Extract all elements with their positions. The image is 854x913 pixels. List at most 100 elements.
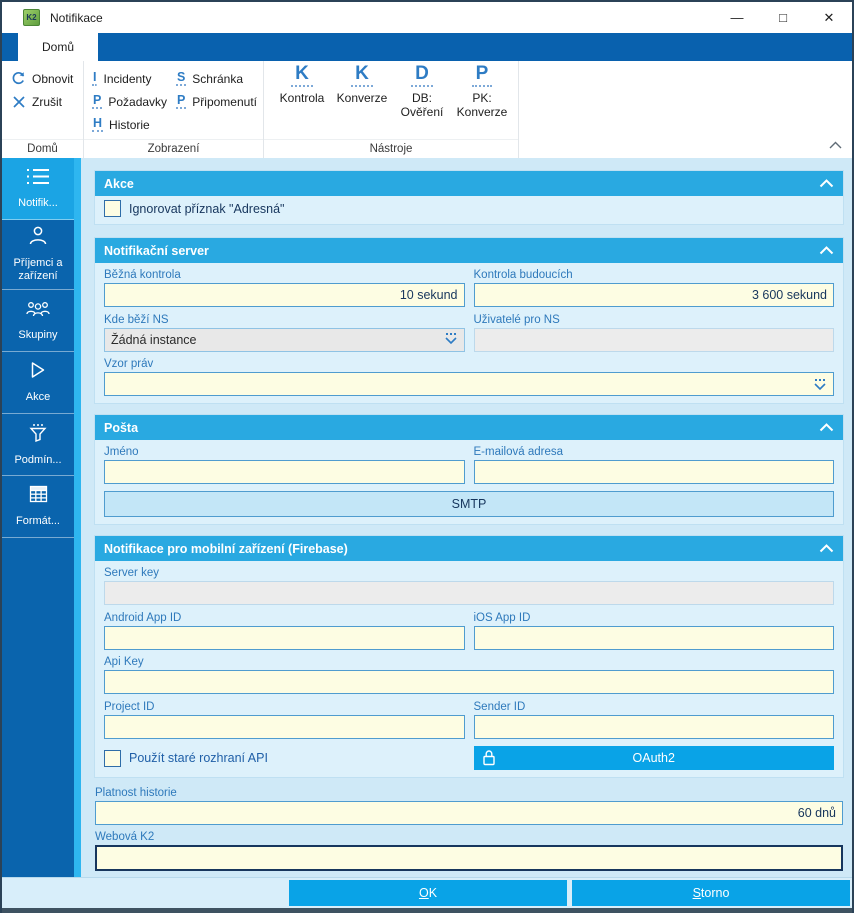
play-icon [30, 361, 46, 384]
ios-app-id-input[interactable] [473, 626, 834, 650]
db-overeni-label: DB: [411, 91, 432, 105]
project-id-label: Project ID [104, 701, 155, 713]
combo-dropdown-icon[interactable] [813, 378, 827, 396]
pozadavky-button[interactable]: P Požadavky [92, 90, 176, 113]
webova-k2-input[interactable] [95, 845, 843, 871]
kontrola-label: Kontrola [279, 91, 325, 105]
platnost-historie-input[interactable] [95, 801, 843, 825]
app-icon: K2 [23, 9, 40, 26]
ribbon-group-label-nastroje: Nástroje [264, 139, 518, 158]
ribbon-group-label-zobrazeni: Zobrazení [84, 139, 263, 158]
platnost-historie-label: Platnost historie [95, 787, 177, 799]
maximize-button[interactable]: □ [760, 2, 806, 33]
sidebar-item-label: Formát... [15, 515, 60, 527]
chevron-up-icon[interactable] [819, 175, 834, 193]
sidebar-item-notifikace[interactable]: Notifik... [2, 158, 74, 220]
ribbon-collapse-button[interactable] [829, 136, 842, 154]
bullet-list-icon [26, 168, 50, 190]
pripomenuti-button[interactable]: P Připomenutí [175, 90, 257, 113]
section-title: Notifikace pro mobilní zařízení (Firebas… [104, 541, 348, 556]
close-button[interactable]: ✕ [806, 2, 852, 33]
chevron-up-icon[interactable] [819, 540, 834, 558]
chevron-up-icon[interactable] [819, 419, 834, 437]
oauth2-label: OAuth2 [632, 751, 675, 765]
cancel-x-icon [10, 95, 27, 108]
jmeno-input[interactable] [104, 460, 465, 484]
api-key-input[interactable] [104, 670, 834, 694]
android-app-id-input[interactable] [104, 626, 465, 650]
incidenty-label: Incidenty [103, 71, 152, 86]
kontrola-tool-button[interactable]: K Kontrola [272, 63, 332, 139]
old-api-checkbox[interactable] [104, 749, 121, 767]
obnovit-label: Obnovit [32, 71, 74, 86]
uzivatele-pro-ns-input [473, 328, 834, 352]
pripomenuti-label: Připomenutí [192, 94, 257, 109]
webova-k2-label: Webová K2 [95, 831, 155, 843]
server-key-label: Server key [104, 567, 159, 579]
incidenty-glyph-icon: I [92, 71, 98, 87]
smtp-button[interactable]: SMTP [104, 491, 834, 517]
notifikace-window: K2 Notifikace — □ ✕ Domů Obnovit Zrušit … [0, 0, 854, 913]
ribbon-tab-band: Domů [2, 33, 852, 61]
section-akce-header[interactable]: Akce [95, 171, 843, 196]
konverze-glyph-icon: K [351, 63, 373, 87]
konverze-tool-button[interactable]: K Konverze [332, 63, 392, 139]
chevron-up-icon[interactable] [819, 242, 834, 260]
window-bottom-edge [2, 908, 852, 913]
incidenty-button[interactable]: I Incidenty [92, 67, 176, 90]
oauth2-button[interactable]: OAuth2 [473, 746, 834, 770]
obnovit-button[interactable]: Obnovit [10, 67, 77, 90]
tab-domu[interactable]: Domů [18, 33, 98, 61]
email-label: E-mailová adresa [473, 446, 563, 458]
zrusit-button[interactable]: Zrušit [10, 90, 77, 113]
combo-dropdown-icon[interactable] [444, 332, 458, 348]
dialog-footer: OK Storno [2, 877, 852, 908]
pk-konverze-label: PK: [472, 91, 492, 105]
section-title: Notifikační server [104, 243, 209, 258]
historie-glyph-icon: H [92, 117, 104, 133]
email-input[interactable] [473, 460, 834, 484]
section-title: Akce [104, 176, 134, 191]
people-group-icon [26, 300, 50, 322]
ribbon-group-label-domu: Domů [2, 139, 83, 158]
schranka-button[interactable]: S Schránka [175, 67, 257, 90]
ribbon: Obnovit Zrušit Domů I Incidenty P Požada… [2, 61, 852, 158]
vzor-prav-label: Vzor práv [104, 358, 154, 370]
kontrola-glyph-icon: K [291, 63, 313, 87]
sidebar-item-format[interactable]: Formát... [2, 476, 74, 538]
konverze-label: Konverze [336, 91, 388, 105]
section-server-header[interactable]: Notifikační server [95, 238, 843, 263]
vzor-prav-input[interactable] [104, 372, 834, 396]
sidebar-item-akce[interactable]: Akce [2, 352, 74, 414]
section-firebase-header[interactable]: Notifikace pro mobilní zařízení (Firebas… [95, 536, 843, 561]
ok-button[interactable]: OK [289, 880, 567, 906]
db-overeni-tool-button[interactable]: D DB: Ověření [392, 63, 452, 139]
section-posta-header[interactable]: Pošta [95, 415, 843, 440]
kde-bezi-ns-dropdown[interactable]: Žádná instance [104, 328, 465, 352]
section-notifikacni-server: Notifikační server Běžná kontrola Kontro… [94, 237, 844, 404]
ribbon-group-nastroje: K Kontrola K Konverze D DB: Ověření P PK… [264, 61, 519, 158]
old-api-label: Použít staré rozhraní API [129, 751, 268, 765]
window-title: Notifikace [50, 10, 103, 25]
sidebar-item-label: Notifik... [18, 196, 58, 209]
schranka-label: Schránka [192, 71, 243, 86]
lock-icon [482, 749, 496, 769]
pk-konverze-glyph-icon: P [471, 63, 493, 87]
sidebar-item-podminky[interactable]: Podmín... [2, 414, 74, 476]
storno-button[interactable]: Storno [572, 880, 850, 906]
pripomenuti-glyph-icon: P [175, 94, 187, 110]
sidebar-splitter[interactable] [74, 158, 81, 877]
android-app-id-label: Android App ID [104, 612, 182, 624]
kontrola-budoucich-input[interactable] [473, 283, 834, 307]
ribbon-group-zobrazeni: I Incidenty P Požadavky H Historie S Sch… [84, 61, 264, 158]
minimize-button[interactable]: — [714, 2, 760, 33]
zrusit-label: Zrušit [32, 94, 62, 109]
ignore-adresna-checkbox[interactable] [104, 200, 121, 217]
bezna-kontrola-input[interactable] [104, 283, 465, 307]
sidebar-item-skupiny[interactable]: Skupiny [2, 290, 74, 352]
pk-konverze-tool-button[interactable]: P PK: Konverze [452, 63, 512, 139]
sidebar-item-prijemci[interactable]: Příjemci a zařízení [2, 220, 74, 290]
historie-button[interactable]: H Historie [92, 113, 176, 136]
project-id-input[interactable] [104, 715, 465, 739]
sender-id-input[interactable] [473, 715, 834, 739]
